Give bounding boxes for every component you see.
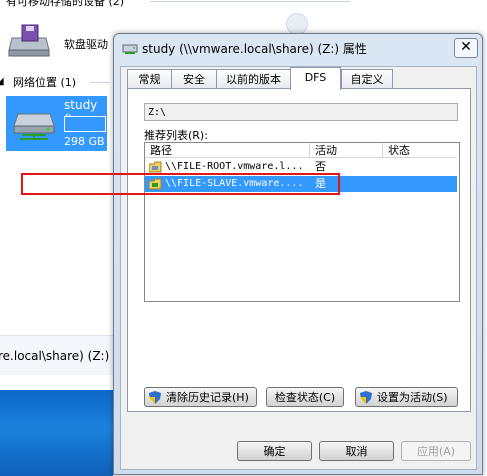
network-drive-size: 298 GB <box>64 135 105 148</box>
details-pane: re.local\share) (Z:) <box>0 335 113 375</box>
group-divider <box>90 82 110 83</box>
properties-dialog: study (\\vmware.local\share) (Z:) 属性 ✕ 常… <box>113 33 483 475</box>
details-path: re.local\share) (Z:) <box>0 349 110 363</box>
capacity-bar <box>64 116 106 132</box>
dfs-folder-icon <box>148 161 162 173</box>
dfs-path-field: Z:\ <box>144 103 458 121</box>
clear-history-label: 清除历史记录(H) <box>166 391 249 404</box>
tab-dfs[interactable]: DFS <box>290 67 341 90</box>
apply-label: 应用(A) <box>416 445 456 458</box>
collapse-arrow-icon[interactable]: ◢ <box>0 76 4 87</box>
tab-general[interactable]: 常规 <box>127 69 172 89</box>
uac-shield-icon <box>149 391 161 404</box>
group-divider <box>150 1 350 2</box>
clear-history-button[interactable]: 清除历史记录(H) <box>144 387 257 407</box>
floppy-drive-icon[interactable] <box>8 24 50 58</box>
set-active-button[interactable]: 设置为活动(S) <box>355 387 458 407</box>
properties-icon <box>122 41 138 55</box>
uac-shield-icon <box>360 391 372 404</box>
network-group-header[interactable]: 网络位置 (1) <box>13 74 76 90</box>
orb-icon <box>286 13 308 35</box>
close-button[interactable]: ✕ <box>454 38 478 58</box>
set-active-label: 设置为活动(S) <box>377 391 448 404</box>
tab-customize[interactable]: 自定义 <box>341 69 393 89</box>
network-drive-icon <box>10 104 58 144</box>
column-status[interactable]: 状态 <box>383 143 457 158</box>
dialog-body: 常规 安全 以前的版本 DFS 自定义 Z:\ 推荐列表(R): 路径 活动 状… <box>120 66 477 470</box>
removable-group-header[interactable]: 有可移动存储的设备 (2) <box>6 0 124 9</box>
ok-button[interactable]: 确定 <box>237 441 312 461</box>
dialog-title: study (\\vmware.local\share) (Z:) 属性 <box>142 42 367 56</box>
column-path[interactable]: 路径 <box>145 143 310 158</box>
annotation-highlight-box <box>21 173 340 195</box>
column-active[interactable]: 活动 <box>310 143 383 158</box>
referral-list[interactable]: 路径 活动 状态 \\FILE-ROOT.vmware.l... 否 \\FIL… <box>144 142 460 302</box>
check-status-button[interactable]: 检查状态(C) <box>266 387 344 407</box>
tab-security[interactable]: 安全 <box>171 69 217 89</box>
floppy-drive-label[interactable]: 软盘驱动 <box>64 36 108 52</box>
apply-button[interactable]: 应用(A) <box>401 441 471 461</box>
referral-list-label: 推荐列表(R): <box>144 129 208 142</box>
cancel-button[interactable]: 取消 <box>319 441 394 461</box>
check-status-label: 检查状态(C) <box>274 391 336 404</box>
cancel-label: 取消 <box>345 445 368 458</box>
dfs-tab-panel: Z:\ 推荐列表(R): 路径 活动 状态 \\FILE-ROOT.vmware… <box>127 88 471 412</box>
taskbar <box>0 390 113 476</box>
tab-previous-versions[interactable]: 以前的版本 <box>216 69 291 89</box>
ok-label: 确定 <box>263 445 286 458</box>
network-drive-item[interactable]: study (\ 298 GB <box>6 96 107 151</box>
